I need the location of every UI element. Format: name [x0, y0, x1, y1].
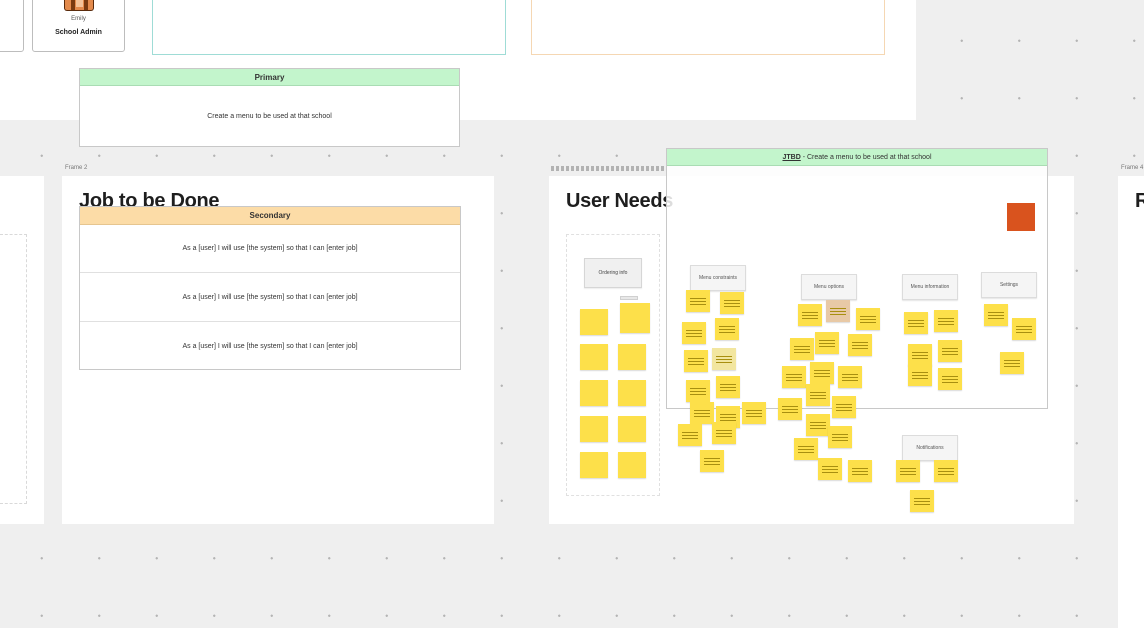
- primary-card-header: Primary: [80, 69, 459, 86]
- cluster-label-menu-options[interactable]: Menu options: [801, 274, 857, 300]
- sticky-note[interactable]: [856, 308, 880, 330]
- right-frame-partial[interactable]: [1118, 176, 1144, 628]
- profile-card-partial[interactable]: [0, 0, 24, 52]
- sticky-note[interactable]: [828, 426, 852, 448]
- sticky-note[interactable]: [715, 318, 739, 340]
- sticky-note[interactable]: [818, 458, 842, 480]
- sticky-note[interactable]: [790, 338, 814, 360]
- primary-card[interactable]: Primary Create a menu to be used at that…: [79, 68, 460, 147]
- sticky-note[interactable]: [910, 490, 934, 512]
- sticky-note[interactable]: [778, 398, 802, 420]
- cluster-label-settings[interactable]: Settings: [981, 272, 1037, 298]
- sticky-note[interactable]: [934, 310, 958, 332]
- sticky-note[interactable]: [1012, 318, 1036, 340]
- secondary-card-header: Secondary: [80, 207, 460, 225]
- cluster-label-menu-information[interactable]: Menu information: [902, 274, 958, 300]
- sticky-note[interactable]: [712, 422, 736, 444]
- sticky-note[interactable]: [678, 424, 702, 446]
- sticky-note[interactable]: [806, 384, 830, 406]
- jtbd-overlay-header-text: - Create a menu to be used at that schoo…: [800, 153, 932, 161]
- sticky-note[interactable]: [580, 344, 608, 370]
- sticky-note[interactable]: [838, 366, 862, 388]
- profile-role: School Admin: [55, 29, 102, 36]
- sticky-note[interactable]: [580, 380, 608, 406]
- frame-label-user-needs-overlap: [551, 166, 667, 171]
- sticky-note[interactable]: [620, 303, 650, 333]
- jtbd-overlay-header-bold: JTBD: [782, 153, 801, 161]
- sticky-note[interactable]: [580, 452, 608, 478]
- sticky-note[interactable]: [848, 460, 872, 482]
- sticky-note[interactable]: [686, 290, 710, 312]
- profile-card[interactable]: Emily School Admin: [32, 0, 125, 52]
- sticky-note[interactable]: [908, 364, 932, 386]
- sticky-note[interactable]: [826, 300, 850, 322]
- sticky-note[interactable]: [686, 380, 710, 402]
- secondary-card[interactable]: Secondary As a [user] I will use [the sy…: [79, 206, 461, 370]
- top-teal-card[interactable]: [152, 0, 506, 55]
- sticky-note[interactable]: [742, 402, 766, 424]
- sticky-note[interactable]: [984, 304, 1008, 326]
- sticky-note[interactable]: [798, 304, 822, 326]
- sticky-note[interactable]: [938, 368, 962, 390]
- user-needs-title: User Needs: [566, 190, 674, 212]
- cluster-label-menu-constraints[interactable]: Menu constraints: [690, 265, 746, 291]
- sticky-note[interactable]: [580, 309, 608, 335]
- sticky-note[interactable]: [908, 344, 932, 366]
- cluster-label-ordering[interactable]: Ordering info: [584, 258, 642, 288]
- left-frame-partial[interactable]: [0, 176, 44, 524]
- sticky-note[interactable]: [934, 460, 958, 482]
- sticky-note[interactable]: [700, 450, 724, 472]
- primary-card-body: Create a menu to be used at that school: [207, 113, 332, 120]
- top-peach-card[interactable]: [531, 0, 885, 55]
- frame-label-right[interactable]: Frame 4: [1121, 165, 1143, 171]
- sticky-note[interactable]: [806, 414, 830, 436]
- frame-label-jtbd[interactable]: Frame 2: [65, 165, 87, 171]
- sticky-note[interactable]: [938, 340, 962, 362]
- sticky-note[interactable]: [682, 322, 706, 344]
- secondary-row-3[interactable]: As a [user] I will use [the system] so t…: [80, 323, 460, 369]
- sticky-note[interactable]: [618, 452, 646, 478]
- sticky-note[interactable]: [794, 438, 818, 460]
- sticky-note[interactable]: [720, 292, 744, 314]
- sticky-note[interactable]: [618, 416, 646, 442]
- sticky-note[interactable]: [580, 416, 608, 442]
- sticky-note[interactable]: [684, 350, 708, 372]
- sticky-note[interactable]: [815, 332, 839, 354]
- avatar: [64, 0, 94, 11]
- right-frame-title: R: [1135, 190, 1144, 212]
- secondary-row-2[interactable]: As a [user] I will use [the system] so t…: [80, 274, 460, 322]
- profile-name: Emily: [71, 16, 86, 22]
- sticky-note[interactable]: [618, 380, 646, 406]
- sticky-note[interactable]: [848, 334, 872, 356]
- cluster-label-notifications[interactable]: Notifications: [902, 435, 958, 461]
- sticky-note[interactable]: [782, 366, 806, 388]
- sticky-note[interactable]: [716, 376, 740, 398]
- mini-tag: [620, 296, 638, 300]
- sticky-note[interactable]: [1000, 352, 1024, 374]
- sticky-note[interactable]: [712, 348, 736, 370]
- sticky-note[interactable]: [690, 402, 714, 424]
- sticky-note[interactable]: [832, 396, 856, 418]
- jtbd-overlay-header: JTBD - Create a menu to be used at that …: [667, 149, 1047, 166]
- secondary-row-1[interactable]: As a [user] I will use [the system] so t…: [80, 225, 460, 273]
- sticky-note[interactable]: [618, 344, 646, 370]
- sticky-note[interactable]: [896, 460, 920, 482]
- sticky-note[interactable]: [810, 362, 834, 384]
- sticky-note[interactable]: [904, 312, 928, 334]
- orange-square-icon[interactable]: [1007, 203, 1035, 231]
